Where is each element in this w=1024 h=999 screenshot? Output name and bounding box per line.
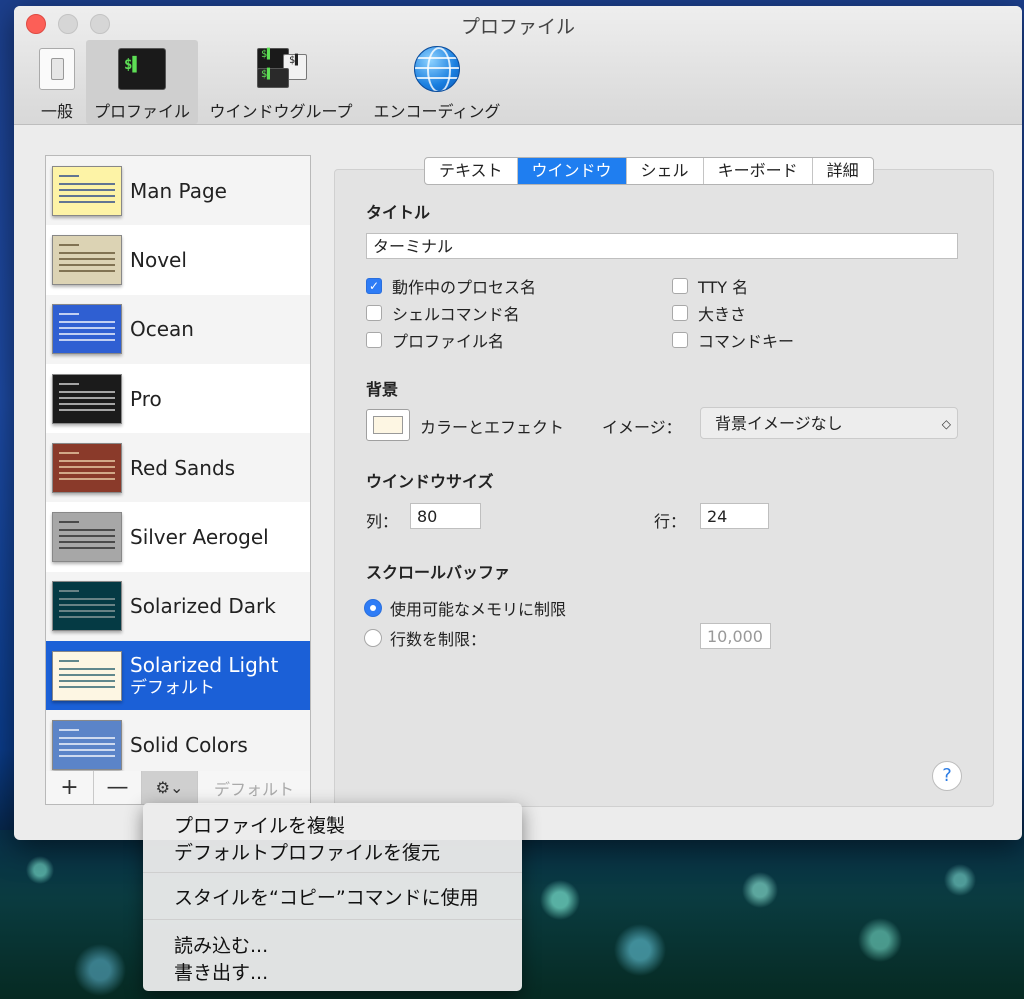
menu-separator: [143, 872, 522, 873]
profile-name: Ocean: [130, 317, 194, 342]
toolbar-general[interactable]: 一般: [28, 40, 86, 124]
check-profile-name[interactable]: プロファイル名: [366, 328, 504, 352]
toolbar-profiles[interactable]: $▌ プロファイル: [86, 40, 198, 124]
profile-row[interactable]: Solid Colors: [46, 710, 310, 771]
check-command-key[interactable]: コマンドキー: [672, 328, 794, 352]
scrollback-rows-field[interactable]: 10,000: [700, 623, 771, 649]
checkbox-icon: [672, 332, 688, 348]
profile-default-label: デフォルト: [130, 677, 215, 698]
profile-name: Solarized Light: [130, 652, 279, 677]
default-button[interactable]: デフォルト: [198, 771, 310, 804]
gear-menu-button[interactable]: ⚙⌄: [142, 771, 198, 804]
settings-tabs: テキスト ウインドウ シェル キーボード 詳細: [424, 157, 874, 185]
profile-name: Novel: [130, 247, 187, 272]
profile-name: Solid Colors: [130, 733, 248, 758]
checkbox-icon: [672, 278, 688, 294]
toolbar-encodings[interactable]: エンコーディング: [364, 40, 510, 124]
tab-shell[interactable]: シェル: [627, 158, 704, 184]
color-effects-label: カラーとエフェクト: [420, 418, 565, 437]
remove-profile-button[interactable]: —: [94, 771, 142, 804]
menu-item-export[interactable]: 書き出す...: [174, 958, 268, 985]
profile-row[interactable]: Red Sands: [46, 433, 310, 503]
profile-list[interactable]: Man Page Novel Ocean Pro Red Sands Silver Aer…: [45, 155, 311, 772]
profile-row[interactable]: Silver Aerogel: [46, 502, 310, 571]
toolbar-label: ウインドウグループ: [209, 102, 353, 121]
terminal-icon: $▌: [118, 48, 166, 90]
radio-limit-rows[interactable]: 行数を制限：: [364, 626, 486, 650]
profile-thumbnail: [52, 650, 122, 701]
title-bar: プロファイル 一般 $▌ プロファイル $▌ $▌ $▌ ウインドウグループ エンコ…: [14, 6, 1022, 125]
profile-thumbnail: [52, 373, 122, 424]
checkbox-icon: [366, 305, 382, 321]
profile-list-toolbar: + — ⚙⌄ デフォルト: [45, 771, 311, 805]
check-process-name[interactable]: ✓ 動作中のプロセス名: [366, 274, 536, 298]
checkbox-checked-icon: ✓: [366, 278, 382, 294]
checkbox-icon: [366, 332, 382, 348]
toolbar-label: プロファイル: [93, 102, 190, 121]
profile-thumbnail: [52, 442, 122, 493]
help-button[interactable]: ?: [932, 761, 962, 791]
gear-popup-menu: プロファイルを複製 デフォルトプロファイルを復元 スタイルを“コピー”コマンドに…: [143, 803, 522, 991]
background-image-select[interactable]: 背景イメージなし ◇: [700, 407, 958, 439]
switch-icon: [39, 48, 75, 90]
window-title: プロファイル: [460, 16, 575, 38]
window-group-icon: $▌ $▌ $▌: [257, 48, 307, 88]
profile-name: Pro: [130, 386, 162, 411]
tab-window[interactable]: ウインドウ: [517, 158, 627, 184]
rows-label: 行：: [654, 512, 687, 531]
checkbox-icon: [672, 305, 688, 321]
preferences-window: プロファイル 一般 $▌ プロファイル $▌ $▌ $▌ ウインドウグループ エンコ…: [14, 6, 1022, 840]
window-size-heading: ウインドウサイズ: [366, 472, 494, 491]
toolbar-label: エンコーディング: [373, 102, 501, 121]
radio-selected-icon: [364, 599, 382, 617]
profile-name: Red Sands: [130, 455, 236, 480]
menu-item-import[interactable]: 読み込む...: [174, 931, 268, 958]
profile-name: Man Page: [130, 178, 227, 203]
background-color-swatch[interactable]: [366, 409, 410, 441]
profile-name: Silver Aerogel: [130, 525, 269, 550]
profile-thumbnail: [52, 720, 122, 771]
profile-thumbnail: [52, 234, 122, 285]
image-label: イメージ：: [602, 418, 682, 437]
menu-item-duplicate[interactable]: プロファイルを複製: [174, 811, 345, 838]
profile-row[interactable]: Solarized Dark: [46, 571, 310, 642]
toolbar-window-groups[interactable]: $▌ $▌ $▌ ウインドウグループ: [198, 40, 364, 124]
radio-icon: [364, 629, 382, 647]
profile-thumbnail: [52, 165, 122, 216]
add-profile-button[interactable]: +: [46, 771, 94, 804]
columns-label: 列：: [366, 512, 399, 531]
toolbar: 一般 $▌ プロファイル $▌ $▌ $▌ ウインドウグループ エンコーディング: [28, 40, 510, 124]
tab-advanced[interactable]: 詳細: [813, 158, 873, 184]
profile-row[interactable]: Novel: [46, 225, 310, 294]
menu-item-restore-default[interactable]: デフォルトプロファイルを復元: [174, 838, 440, 865]
globe-icon: [414, 46, 460, 92]
profile-row[interactable]: Man Page: [46, 156, 310, 226]
radio-limit-memory[interactable]: 使用可能なメモリに制限: [364, 596, 566, 620]
rows-field[interactable]: 24: [700, 503, 769, 529]
profile-thumbnail: [52, 581, 122, 632]
menu-separator: [143, 919, 522, 920]
check-tty-name[interactable]: TTY 名: [672, 274, 748, 298]
profile-name: Solarized Dark: [130, 594, 276, 619]
check-shell-command[interactable]: シェルコマンド名: [366, 301, 520, 325]
toolbar-label: 一般: [40, 102, 73, 121]
background-heading: 背景: [366, 380, 399, 399]
updown-arrows-icon: ◇: [941, 417, 951, 431]
profile-row[interactable]: Pro: [46, 364, 310, 433]
columns-field[interactable]: 80: [410, 503, 481, 529]
profile-row[interactable]: Ocean: [46, 294, 310, 364]
window-title-field[interactable]: ターミナル: [366, 233, 958, 259]
title-heading: タイトル: [366, 203, 431, 222]
tab-text[interactable]: テキスト: [425, 158, 518, 184]
profile-thumbnail: [52, 512, 122, 563]
profile-thumbnail: [52, 304, 122, 355]
menu-item-use-style-copy[interactable]: スタイルを“コピー”コマンドに使用: [174, 883, 479, 910]
profile-row[interactable]: Solarized Light デフォルト: [46, 641, 310, 711]
check-dimensions[interactable]: 大きさ: [672, 301, 746, 325]
tab-keyboard[interactable]: キーボード: [704, 158, 813, 184]
scrollback-heading: スクロールバッファ: [366, 563, 511, 582]
